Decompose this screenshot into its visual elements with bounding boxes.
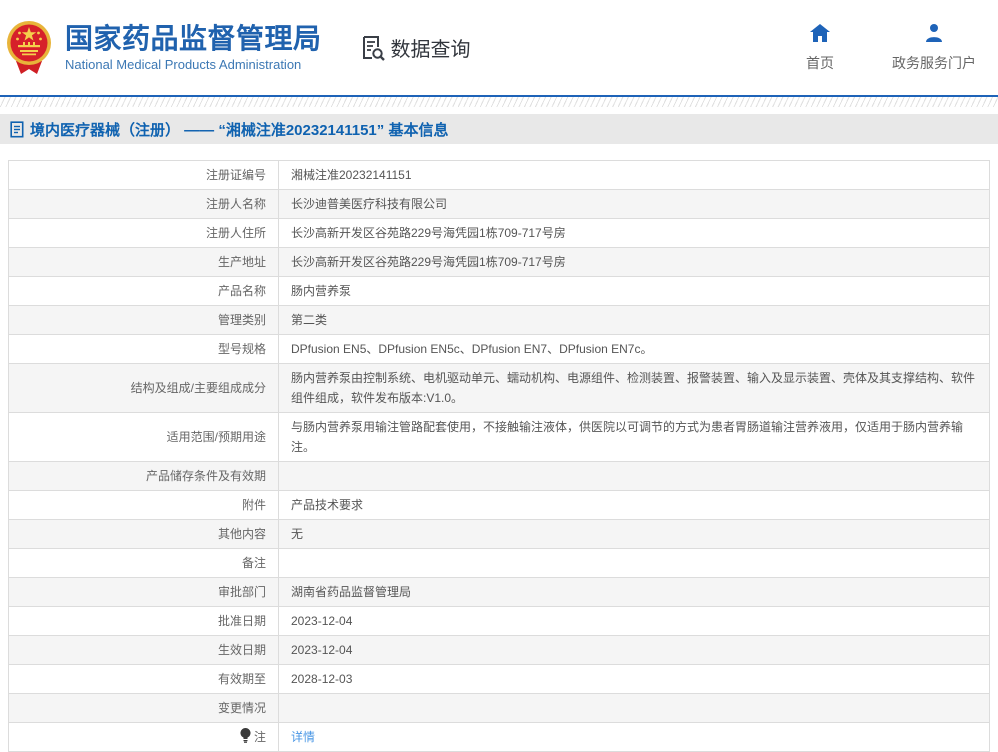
info-table-rows: 注册证编号 湘械注准20232141151 注册人名称 长沙迪普美医疗科技有限公司 注册… — [8, 160, 990, 752]
row-value — [278, 693, 990, 723]
nav-item-label: 首页 — [806, 54, 834, 71]
org-title: 国家药品监督管理局 — [65, 23, 322, 54]
table-row: 有效期至 2028-12-03 — [8, 664, 990, 694]
row-value: 长沙高新开发区谷苑路229号海凭园1栋709-717号房 — [278, 247, 990, 277]
row-label: 生效日期 — [8, 635, 279, 665]
row-value: DPfusion EN5、DPfusion EN5c、DPfusion EN7、… — [278, 334, 990, 364]
table-row: 适用范围/预期用途 与肠内营养泵用输注管路配套使用，不接触输注液体，供医院以可调节… — [8, 412, 990, 462]
row-value: 肠内营养泵 — [278, 276, 990, 306]
row-label: 批准日期 — [8, 606, 279, 636]
table-row: 附件 产品技术要求 — [8, 490, 990, 520]
row-value: 2028-12-03 — [278, 664, 990, 694]
row-label: 结构及组成/主要组成成分 — [8, 363, 279, 413]
row-value: 2023-12-04 — [278, 606, 990, 636]
row-label: 备注 — [8, 548, 279, 578]
data-query-label: 数据查询 — [390, 39, 471, 61]
table-row: 结构及组成/主要组成成分 肠内营养泵由控制系统、电机驱动单元、蠕动机构、电源组件、… — [8, 363, 990, 413]
row-label: 产品储存条件及有效期 — [8, 461, 279, 491]
table-row: 生产地址 长沙高新开发区谷苑路229号海凭园1栋709-717号房 — [8, 247, 990, 277]
row-label: 附件 — [8, 490, 279, 520]
row-value: 湖南省药品监督管理局 — [278, 577, 990, 607]
table-row: 型号规格 DPfusion EN5、DPfusion EN5c、DPfusion … — [8, 334, 990, 364]
row-value: 长沙迪普美医疗科技有限公司 — [278, 189, 990, 219]
row-value: 湘械注准20232141151 — [278, 160, 990, 190]
breadcrumb: 境内医疗器械（注册） —— “湘械注准20232141151” 基本信息 — [0, 114, 998, 144]
table-row: 备注 — [8, 548, 990, 578]
row-label: 适用范围/预期用途 — [8, 412, 279, 462]
table-row: 注详情 — [8, 722, 990, 752]
table-row: 其他内容无 — [8, 519, 990, 549]
user-icon — [926, 23, 942, 42]
home-icon — [810, 23, 830, 42]
table-wrap: 注册证编号 湘械注准20232141151 注册人名称 长沙迪普美医疗科技有限公司 注册… — [0, 144, 998, 752]
table-row: 注册人住所 长沙高新开发区谷苑路229号海凭园1栋709-717号房 — [8, 218, 990, 248]
spacer — [0, 107, 998, 114]
table-row: 产品储存条件及有效期 — [8, 461, 990, 491]
document-icon — [10, 120, 24, 138]
row-value — [278, 548, 990, 578]
bulb-icon — [240, 727, 251, 743]
national-emblem-icon — [7, 20, 51, 74]
table-row: 批准日期 2023-12-04 — [8, 606, 990, 636]
row-value: 长沙高新开发区谷苑路229号海凭园1栋709-717号房 — [278, 218, 990, 248]
table-row: 审批部门 湖南省药品监督管理局 — [8, 577, 990, 607]
row-label: 产品名称 — [8, 276, 279, 306]
row-value: 与肠内营养泵用输注管路配套使用，不接触输注液体，供医院以可调节的方式为患者胃肠道… — [278, 412, 990, 462]
nav-item-label: 政务服务门户 — [892, 54, 976, 71]
row-label: 注册人住所 — [8, 218, 279, 248]
row-label: 审批部门 — [8, 577, 279, 607]
nav-item-portal[interactable]: 政务服务门户 — [892, 23, 976, 73]
row-label: 变更情况 — [8, 693, 279, 723]
table-row: 管理类别 第二类 — [8, 305, 990, 335]
nav-item-home[interactable]: 首页 — [792, 23, 848, 73]
table-row: 注册人名称 长沙迪普美医疗科技有限公司 — [8, 189, 990, 219]
org-subtitle: National Medical Products Administration — [65, 57, 302, 72]
row-label: 注 — [8, 722, 279, 752]
row-value — [278, 461, 990, 491]
row-label: 注册证编号 — [8, 160, 279, 190]
row-label: 有效期至 — [8, 664, 279, 694]
row-value: 2023-12-04 — [278, 635, 990, 665]
row-value: 无 — [278, 519, 990, 549]
row-label: 型号规格 — [8, 334, 279, 364]
row-label: 其他内容 — [8, 519, 279, 549]
nmpa-logo: 国家药品监督管理局 National Medical Products Admi… — [6, 19, 322, 77]
data-query-icon — [362, 35, 385, 61]
row-value: 第二类 — [278, 305, 990, 335]
org-titles: 国家药品监督管理局 National Medical Products Admi… — [65, 23, 322, 72]
row-label: 管理类别 — [8, 305, 279, 335]
row-label: 注册人名称 — [8, 189, 279, 219]
row-value: 肠内营养泵由控制系统、电机驱动单元、蠕动机构、电源组件、检测装置、报警装置、输入… — [278, 363, 990, 413]
registration-info-table: 注册证编号 湘械注准20232141151 注册人名称 长沙迪普美医疗科技有限公司 注册… — [8, 160, 990, 752]
breadcrumb-text: 境内医疗器械（注册） —— “湘械注准20232141151” 基本信息 — [30, 121, 449, 139]
data-query-section[interactable]: 数据查询 — [360, 33, 471, 62]
table-row: 生效日期 2023-12-04 — [8, 635, 990, 665]
table-row: 注册证编号 湘械注准20232141151 — [8, 160, 990, 190]
row-value: 详情 — [278, 722, 990, 752]
table-row: 产品名称 肠内营养泵 — [8, 276, 990, 306]
top-nav: 首页 政务服务门户 — [792, 23, 976, 73]
row-label: 生产地址 — [8, 247, 279, 277]
table-row: 变更情况 — [8, 693, 990, 723]
hatch-band — [0, 97, 998, 107]
row-value: 产品技术要求 — [278, 490, 990, 520]
page-header: 国家药品监督管理局 National Medical Products Admi… — [0, 0, 998, 95]
detail-link[interactable]: 详情 — [291, 730, 315, 744]
